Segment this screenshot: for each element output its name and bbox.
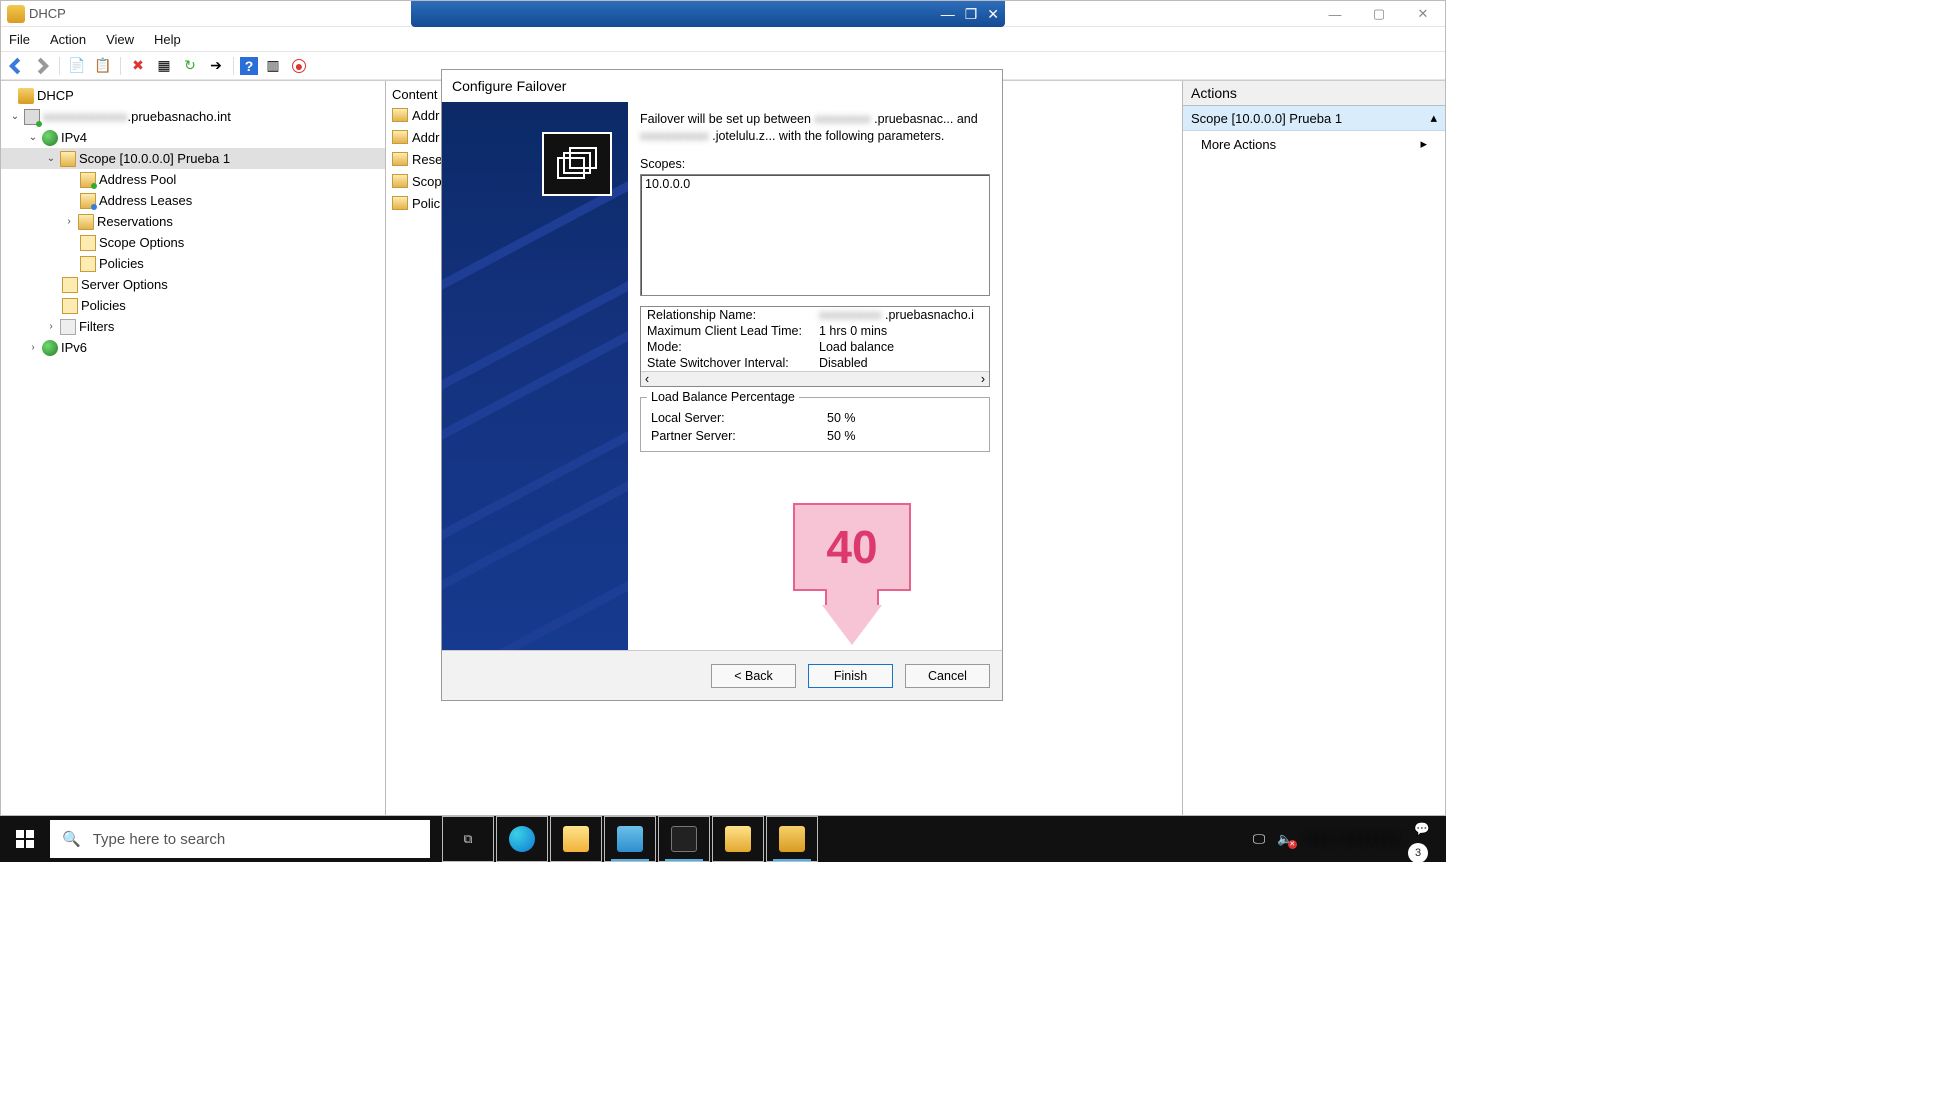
tree-policies[interactable]: Policies [1, 253, 385, 274]
back-button[interactable] [5, 55, 27, 77]
maximize-button[interactable]: ▢ [1357, 1, 1401, 27]
display-icon[interactable]: 🖵 [1253, 832, 1265, 847]
dialog-content: Failover will be set up between xxxxxxxx… [628, 102, 1002, 650]
scopes-label: Scopes: [640, 157, 990, 171]
menu-action[interactable]: Action [50, 32, 86, 47]
titlebar: DHCP — ❐ ✕ — ▢ ✕ [1, 1, 1445, 27]
refresh-button[interactable]: ↻ [179, 55, 201, 77]
window-title: DHCP [29, 6, 66, 21]
task-view-button[interactable]: ⧉ [442, 816, 494, 862]
tree-label: Address Pool [99, 169, 176, 190]
tree-label: Reservations [97, 211, 173, 232]
actions-pane: Actions Scope [10.0.0.0] Prueba 1 ▴ More… [1182, 81, 1445, 815]
search-icon: 🔍 [62, 830, 81, 848]
notes-app[interactable] [712, 816, 764, 862]
help-button[interactable]: ? [240, 57, 258, 75]
details-scrollbar[interactable]: ‹ › [641, 371, 989, 386]
menu-file[interactable]: File [9, 32, 30, 47]
minimize-icon[interactable]: — [941, 7, 955, 21]
start-button[interactable] [0, 816, 50, 862]
tree-label: DHCP [37, 85, 74, 106]
chevron-right-icon: ▸ [1420, 136, 1427, 152]
system-tray: 🖵 🔈✕ 00:00 00/00/0000 💬3 [1241, 822, 1446, 857]
tree-scope-options[interactable]: Scope Options [1, 232, 385, 253]
actions-scope-header[interactable]: Scope [10.0.0.0] Prueba 1 ▴ [1183, 106, 1445, 131]
delete-button[interactable]: ✖ [127, 55, 149, 77]
tree-server[interactable]: ⌄ xxxxxxxxxxxxx .pruebasnacho.int [1, 106, 385, 127]
tree-address-pool[interactable]: Address Pool [1, 169, 385, 190]
menu-help[interactable]: Help [154, 32, 181, 47]
scroll-right-icon[interactable]: › [981, 372, 985, 386]
tree-label: IPv4 [61, 127, 87, 148]
inner-window-titlebar: — ❐ ✕ [411, 1, 1005, 27]
configure-failover-dialog: Configure Failover Failover will be set … [441, 69, 1003, 701]
actions-header: Actions [1183, 81, 1445, 106]
dialog-title: Configure Failover [442, 70, 1002, 102]
tree-server-options[interactable]: Server Options [1, 274, 385, 295]
record-button[interactable]: ● [288, 55, 310, 77]
tree-address-leases[interactable]: Address Leases [1, 190, 385, 211]
tree-ipv6[interactable]: › IPv6 [1, 337, 385, 358]
outer-window-controls: — ▢ ✕ [1313, 1, 1445, 27]
folder-stack-icon [542, 132, 612, 196]
maximize-icon[interactable]: ❐ [965, 7, 978, 21]
wizard-banner [442, 102, 628, 650]
minimize-button[interactable]: — [1313, 1, 1357, 27]
tree-label: Scope Options [99, 232, 184, 253]
tree-server-policies[interactable]: Policies [1, 295, 385, 316]
failover-details: Relationship Name: xxxxxxxxxx .pruebasna… [640, 306, 990, 387]
tree-label: Policies [81, 295, 126, 316]
close-button[interactable]: ✕ [1401, 1, 1445, 27]
tree-label: Address Leases [99, 190, 192, 211]
back-button[interactable]: < Back [711, 664, 796, 688]
clock[interactable]: 00:00 00/00/0000 [1305, 832, 1402, 846]
app-window: DHCP — ❐ ✕ — ▢ ✕ File Action View Help 📄… [0, 0, 1446, 816]
load-balance-group: Load Balance Percentage Local Server: 50… [640, 397, 990, 452]
forward-button[interactable] [31, 55, 53, 77]
menu-view[interactable]: View [106, 32, 134, 47]
dhcp-icon [7, 5, 25, 23]
list-button[interactable]: ▦ [153, 55, 175, 77]
taskbar: 🔍 Type here to search ⧉ 🖵 🔈✕ 00:00 00/00… [0, 816, 1446, 862]
edge-app[interactable] [496, 816, 548, 862]
tree-pane[interactable]: DHCP ⌄ xxxxxxxxxxxxx .pruebasnacho.int ⌄… [1, 81, 386, 815]
tree-scope[interactable]: ⌄ Scope [10.0.0.0] Prueba 1 [1, 148, 385, 169]
tree-reservations[interactable]: › Reservations [1, 211, 385, 232]
tree-label: .pruebasnacho.int [128, 106, 231, 127]
collapse-icon[interactable]: ▴ [1430, 110, 1437, 126]
finish-button[interactable]: Finish [808, 664, 893, 688]
windows-icon [16, 830, 34, 848]
server-manager-app[interactable] [604, 816, 656, 862]
volume-muted-icon[interactable]: 🔈✕ [1277, 832, 1293, 847]
tree-label: Server Options [81, 274, 168, 295]
tree-label: Filters [79, 316, 114, 337]
dhcp-app[interactable] [766, 816, 818, 862]
tree-ipv4[interactable]: ⌄ IPv4 [1, 127, 385, 148]
menubar: File Action View Help [1, 27, 1445, 52]
properties-button[interactable]: 📋 [92, 55, 114, 77]
tree-filters[interactable]: › Filters [1, 316, 385, 337]
up-button[interactable]: 📄 [66, 55, 88, 77]
scopes-list[interactable]: 10.0.0.0 [640, 174, 990, 296]
scroll-left-icon[interactable]: ‹ [645, 372, 649, 386]
search-placeholder: Type here to search [93, 831, 226, 848]
notifications-button[interactable]: 💬3 [1414, 822, 1434, 857]
actions-more[interactable]: More Actions ▸ [1183, 131, 1445, 157]
view-button[interactable]: ▥ [262, 55, 284, 77]
cancel-button[interactable]: Cancel [905, 664, 990, 688]
export-button[interactable]: ➔ [205, 55, 227, 77]
dialog-buttons: < Back Finish Cancel [442, 650, 1002, 700]
tree-label: Policies [99, 253, 144, 274]
cmd-app[interactable] [658, 816, 710, 862]
taskbar-apps: ⧉ [442, 816, 818, 862]
file-explorer-app[interactable] [550, 816, 602, 862]
taskbar-search[interactable]: 🔍 Type here to search [50, 820, 430, 858]
tree-label: Scope [10.0.0.0] Prueba 1 [79, 148, 230, 169]
tree-label: IPv6 [61, 337, 87, 358]
tree-root[interactable]: DHCP [1, 85, 385, 106]
close-icon[interactable]: ✕ [987, 7, 999, 21]
